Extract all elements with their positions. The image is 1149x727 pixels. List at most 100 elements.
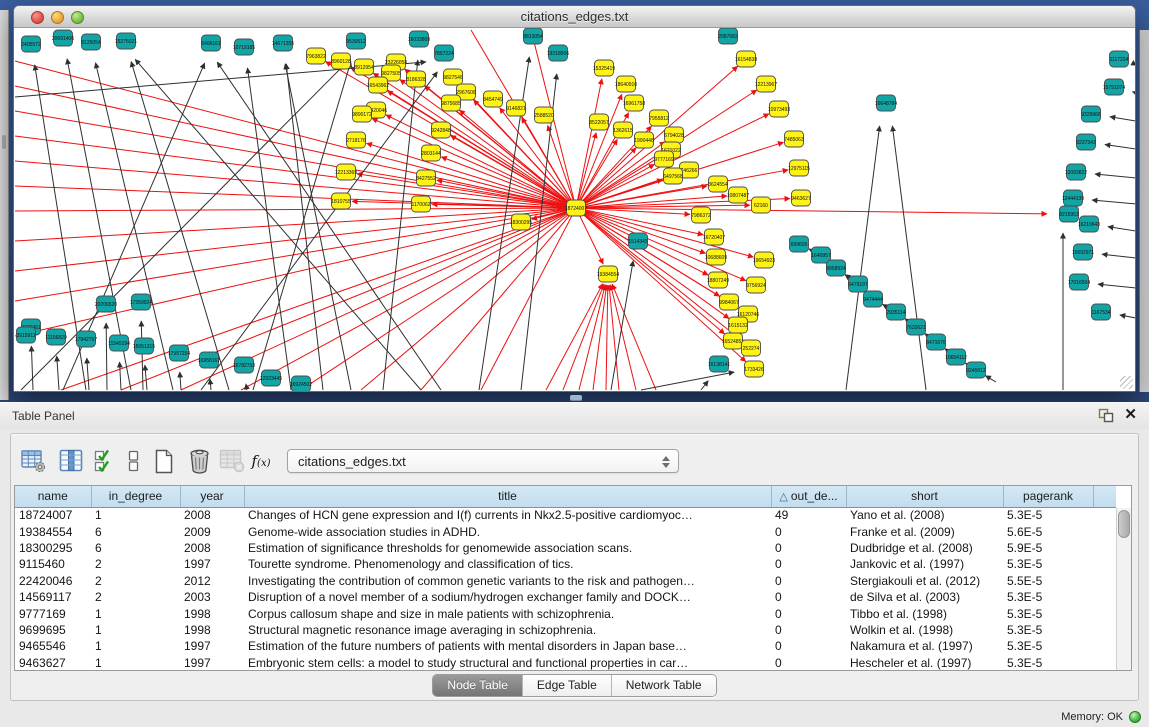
graph-node[interactable]: 1615132: [728, 317, 748, 333]
table-cell[interactable]: Disruption of a novel member of a sodium…: [244, 589, 771, 605]
graph-node[interactable]: 9463627: [791, 190, 811, 206]
table-cell[interactable]: 5.3E-5: [1003, 638, 1093, 654]
table-cell[interactable]: Estimation of the future numbers of pati…: [244, 638, 771, 654]
table-cell[interactable]: 2008: [180, 507, 244, 523]
graph-node[interactable]: 12213967: [755, 76, 777, 92]
graph-node[interactable]: 16648784: [875, 95, 897, 111]
graph-node[interactable]: 3624554: [708, 176, 728, 192]
table-row[interactable]: 1830029562008Estimation of significance …: [15, 540, 1116, 556]
table-cell[interactable]: 0: [771, 638, 846, 654]
graph-node[interactable]: 7632621: [906, 319, 926, 335]
table-cell[interactable]: Tourette syndrome. Phenomenology and cla…: [244, 556, 771, 572]
graph-node[interactable]: 6794028: [664, 127, 684, 143]
graph-node[interactable]: 12975115: [788, 160, 810, 176]
right-panel-edge[interactable]: [1139, 30, 1149, 392]
left-panel-edge[interactable]: [0, 10, 9, 400]
graph-node[interactable]: 17016504: [1068, 274, 1090, 290]
graph-node[interactable]: 3915911: [16, 327, 35, 343]
select-columns-icon[interactable]: [93, 447, 116, 475]
graph-node[interactable]: 7963822: [306, 48, 326, 64]
table-cell[interactable]: 2003: [180, 589, 244, 605]
table-cell[interactable]: 19384554: [15, 523, 91, 539]
table-cell[interactable]: 5.3E-5: [1003, 622, 1093, 638]
scrollbar-thumb[interactable]: [1118, 510, 1130, 538]
graph-node[interactable]: 6497568: [663, 168, 683, 184]
tab-node-table[interactable]: Node Table: [433, 675, 523, 696]
graph-node[interactable]: 9474444: [863, 291, 883, 307]
graph-node[interactable]: 15692971: [1072, 244, 1094, 260]
graph-node[interactable]: 12093822: [1065, 164, 1087, 180]
graph-node[interactable]: 1990448: [634, 132, 654, 148]
graph-node[interactable]: 8912954: [354, 59, 374, 75]
column-header-in_degree[interactable]: in_degree: [91, 486, 180, 507]
table-cell[interactable]: 49: [771, 507, 846, 523]
table-cell[interactable]: 9777169: [15, 605, 91, 621]
table-row[interactable]: 969969511998Structural magnetic resonanc…: [15, 622, 1116, 638]
graph-node[interactable]: 18724007: [565, 200, 587, 216]
table-cell[interactable]: 2012: [180, 573, 244, 589]
table-cell[interactable]: 6: [91, 540, 180, 556]
column-header-pagerank[interactable]: pagerank: [1003, 486, 1093, 507]
graph-node[interactable]: 252274: [742, 340, 761, 356]
graph-node[interactable]: 8522057: [589, 114, 609, 130]
table-cell[interactable]: 14569117: [15, 589, 91, 605]
table-row[interactable]: 1872400712008Changes of HCN gene express…: [15, 507, 1116, 523]
table-row[interactable]: 1456911722003Disruption of a novel membe…: [15, 589, 1116, 605]
graph-node[interactable]: 11545194: [108, 335, 130, 351]
table-row[interactable]: 1938455462009Genome-wide association stu…: [15, 523, 1116, 539]
graph-node[interactable]: 9329966: [1081, 106, 1101, 122]
graph-node[interactable]: 8427552: [416, 170, 436, 186]
table-selector-dropdown[interactable]: citations_edges.txt: [287, 449, 679, 473]
float-window-icon[interactable]: [1098, 408, 1114, 423]
table-cell[interactable]: 1998: [180, 605, 244, 621]
window-titlebar[interactable]: citations_edges.txt: [14, 6, 1135, 28]
graph-node[interactable]: 20691406: [52, 30, 74, 46]
graph-node[interactable]: 10654112: [945, 349, 967, 365]
graph-node[interactable]: 699605: [790, 236, 809, 252]
table-cell[interactable]: Genome-wide association studies in ADHD.: [244, 523, 771, 539]
table-cell[interactable]: 0: [771, 655, 846, 671]
graph-node[interactable]: 2588520: [534, 107, 554, 123]
table-cell[interactable]: 5.6E-5: [1003, 523, 1093, 539]
table-row[interactable]: 946554611997Estimation of the future num…: [15, 638, 1116, 654]
table-row[interactable]: 911546021997Tourette syndrome. Phenomeno…: [15, 556, 1116, 572]
table-cell[interactable]: Dudbridge et al. (2008): [846, 540, 1003, 556]
table-cell[interactable]: 5.5E-5: [1003, 573, 1093, 589]
table-cell[interactable]: Yano et al. (2008): [846, 507, 1003, 523]
table-cell[interactable]: Stergiakouli et al. (2012): [846, 573, 1003, 589]
graph-node[interactable]: 2935114: [886, 304, 905, 320]
table-cell[interactable]: 2008: [180, 540, 244, 556]
network-view[interactable]: 2405572206914068125054152760216466161107…: [14, 28, 1135, 391]
table-cell[interactable]: 22420046: [15, 573, 91, 589]
graph-node[interactable]: 7485063: [784, 131, 804, 147]
table-cell[interactable]: 9115460: [15, 556, 91, 572]
table-cell[interactable]: 6: [91, 523, 180, 539]
table-cell[interactable]: 2: [91, 556, 180, 572]
graph-node[interactable]: 16720407: [703, 229, 725, 245]
table-cell[interactable]: Structural magnetic resonance image aver…: [244, 622, 771, 638]
table-cell[interactable]: 0: [771, 540, 846, 556]
window-resize-grip[interactable]: [1120, 376, 1133, 389]
table-cell[interactable]: 5.3E-5: [1003, 556, 1093, 572]
row-options-icon[interactable]: [126, 447, 141, 475]
table-cell[interactable]: Franke et al. (2009): [846, 523, 1003, 539]
graph-node[interactable]: 19384554: [597, 266, 619, 282]
graph-node[interactable]: 8960128: [331, 53, 351, 69]
graph-node[interactable]: 10688609: [705, 249, 727, 265]
graph-node[interactable]: 16782753: [233, 357, 255, 373]
table-cell[interactable]: Hescheler et al. (1997): [846, 655, 1003, 671]
graph-node[interactable]: 1117234: [1110, 51, 1129, 67]
table-cell[interactable]: 0: [771, 556, 846, 572]
graph-node[interactable]: 9245612: [966, 362, 986, 378]
graph-node[interactable]: 18640910: [615, 76, 637, 92]
table-cell[interactable]: Changes of HCN gene expression and I(f) …: [244, 507, 771, 523]
graph-node[interactable]: 1810755: [331, 193, 351, 209]
table-cell[interactable]: 0: [771, 622, 846, 638]
graph-node[interactable]: 16033809: [408, 31, 430, 47]
graph-node[interactable]: 8813054: [523, 28, 543, 44]
tab-network-table[interactable]: Network Table: [612, 675, 716, 696]
graph-node[interactable]: 19654923: [753, 252, 775, 268]
graph-node[interactable]: 6466161: [201, 35, 221, 51]
panel-splitter[interactable]: [570, 395, 582, 400]
table-cell[interactable]: 1: [91, 605, 180, 621]
